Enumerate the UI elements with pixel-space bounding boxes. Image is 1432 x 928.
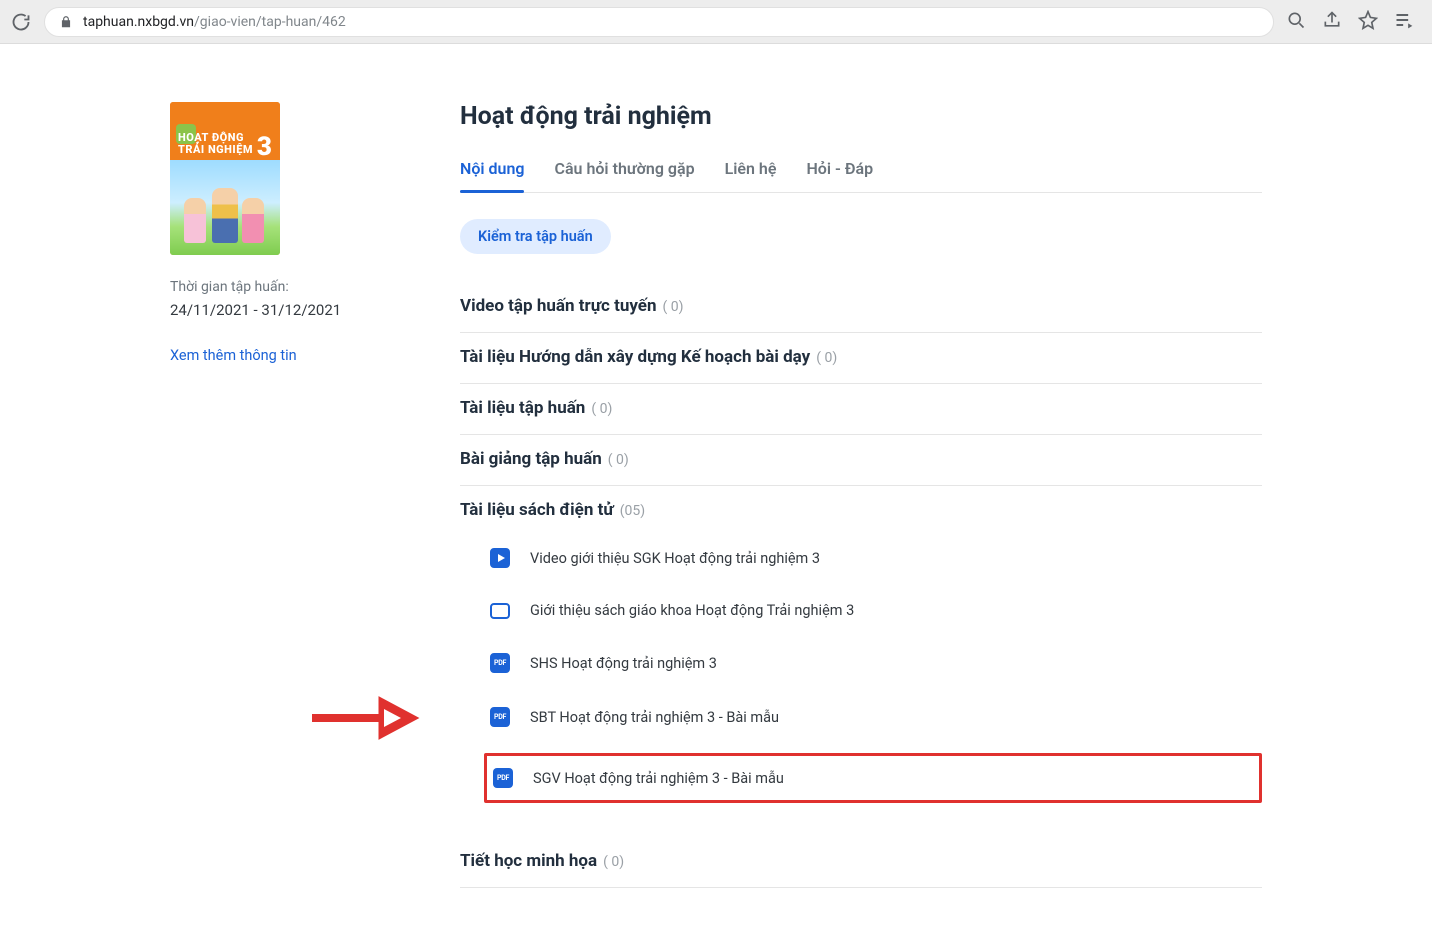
section-count: ( 0) [816, 350, 837, 366]
section-materials[interactable]: Tài liệu tập huấn ( 0) [460, 384, 1262, 435]
page-title: Hoạt động trải nghiệm [460, 102, 1262, 131]
training-period-label: Thời gian tập huấn: [170, 279, 420, 295]
section-count: ( 0) [591, 401, 612, 417]
main-content: Hoạt động trải nghiệm Nội dung Câu hỏi t… [460, 102, 1262, 888]
training-period-value: 24/11/2021 - 31/12/2021 [170, 301, 420, 319]
sidebar: HOẠT ĐỘNG TRẢI NGHIỆM 3 Thời gian tập hu… [170, 102, 420, 888]
zoom-icon[interactable] [1286, 10, 1306, 34]
section-title: Tài liệu tập huấn [460, 398, 585, 418]
item-label: Video giới thiệu SGK Hoạt động trải nghi… [530, 550, 820, 567]
section-title: Tài liệu sách điện tử [460, 500, 614, 520]
playlist-icon[interactable] [1394, 10, 1414, 34]
section-video-online[interactable]: Video tập huấn trực tuyến ( 0) [460, 282, 1262, 333]
pdf-icon: PDF [490, 653, 510, 673]
star-icon[interactable] [1358, 10, 1378, 34]
section-title: Video tập huấn trực tuyến [460, 296, 657, 316]
section-count: ( 0) [663, 299, 684, 315]
ebook-items: Video giới thiệu SGK Hoạt động trải nghi… [460, 540, 1262, 803]
section-guide[interactable]: Tài liệu Hướng dẫn xây dựng Kế hoạch bài… [460, 333, 1262, 384]
section-count: (05) [620, 503, 645, 519]
item-label: SGV Hoạt động trải nghiệm 3 - Bài mẫu [533, 770, 784, 787]
tab-faq[interactable]: Câu hỏi thường gặp [554, 159, 694, 192]
content-tabs: Nội dung Câu hỏi thường gặp Liên hệ Hỏi … [460, 159, 1262, 193]
tab-content[interactable]: Nội dung [460, 159, 524, 192]
reload-button[interactable] [10, 11, 32, 33]
section-title: Tài liệu Hướng dẫn xây dựng Kế hoạch bài… [460, 347, 810, 367]
cover-grade: 3 [257, 132, 272, 162]
section-title: Bài giảng tập huấn [460, 449, 602, 469]
section-count: ( 0) [603, 854, 624, 870]
ebook-item[interactable]: Video giới thiệu SGK Hoạt động trải nghi… [490, 540, 1262, 576]
browser-toolbar: taphuan.nxbgd.vn/giao-vien/tap-huan/462 [0, 0, 1432, 44]
slides-icon [490, 603, 510, 619]
section-title: Tiết học minh họa [460, 851, 597, 871]
share-icon[interactable] [1322, 10, 1342, 34]
quiz-button[interactable]: Kiểm tra tập huấn [460, 219, 611, 254]
url-host: taphuan.nxbgd.vn [83, 14, 194, 30]
more-info-link[interactable]: Xem thêm thông tin [170, 347, 420, 364]
book-cover[interactable]: HOẠT ĐỘNG TRẢI NGHIỆM 3 [170, 102, 280, 255]
item-label: SHS Hoạt động trải nghiệm 3 [530, 655, 717, 672]
ebook-item-highlighted[interactable]: PDF SGV Hoạt động trải nghiệm 3 - Bài mẫ… [484, 753, 1262, 803]
ebook-item[interactable]: Giới thiệu sách giáo khoa Hoạt động Trải… [490, 594, 1262, 627]
ebook-item[interactable]: PDF SHS Hoạt động trải nghiệm 3 [490, 645, 1262, 681]
section-lectures[interactable]: Bài giảng tập huấn ( 0) [460, 435, 1262, 486]
section-ebooks[interactable]: Tài liệu sách điện tử (05) Video giới th… [460, 486, 1262, 819]
address-bar[interactable]: taphuan.nxbgd.vn/giao-vien/tap-huan/462 [44, 7, 1274, 37]
tab-contact[interactable]: Liên hệ [725, 159, 777, 192]
cover-title: HOẠT ĐỘNG TRẢI NGHIỆM [178, 132, 253, 156]
url-text: taphuan.nxbgd.vn/giao-vien/tap-huan/462 [83, 14, 346, 30]
pdf-icon: PDF [493, 768, 513, 788]
lock-icon [59, 15, 73, 29]
toolbar-right [1286, 10, 1422, 34]
section-count: ( 0) [608, 452, 629, 468]
page-body: HOẠT ĐỘNG TRẢI NGHIỆM 3 Thời gian tập hu… [0, 44, 1432, 928]
pdf-icon: PDF [490, 707, 510, 727]
url-path: /giao-vien/tap-huan/462 [194, 14, 346, 30]
video-icon [490, 548, 510, 568]
item-label: SBT Hoạt động trải nghiệm 3 - Bài mẫu [530, 709, 779, 726]
tab-qa[interactable]: Hỏi - Đáp [806, 159, 873, 192]
ebook-item[interactable]: PDF SBT Hoạt động trải nghiệm 3 - Bài mẫ… [490, 699, 1262, 735]
section-demo[interactable]: Tiết học minh họa ( 0) [460, 837, 1262, 888]
item-label: Giới thiệu sách giáo khoa Hoạt động Trải… [530, 602, 854, 619]
